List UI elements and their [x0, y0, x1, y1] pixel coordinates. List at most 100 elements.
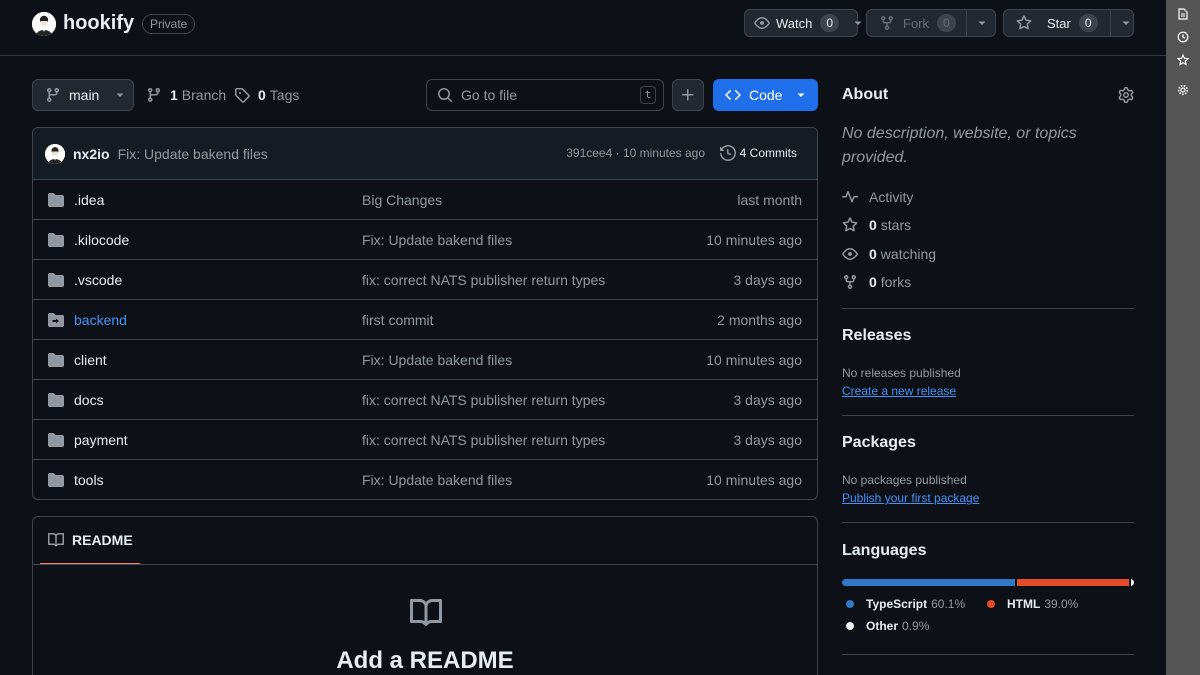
activity-link[interactable]: Activity	[842, 189, 913, 205]
file-commit-message[interactable]: Fix: Update bakend files	[362, 472, 512, 488]
file-row[interactable]: .idea Big Changes last month	[33, 180, 817, 220]
search-input[interactable]	[461, 87, 631, 103]
commit-message[interactable]: Fix: Update bakend files	[118, 146, 268, 162]
readme-panel: README Add a README	[32, 516, 818, 675]
file-row[interactable]: payment fix: correct NATS publisher retu…	[33, 420, 817, 460]
commit-hash-time[interactable]: 391cee4 · 10 minutes ago	[566, 146, 705, 160]
language-typescript[interactable]: TypeScript 60.1%	[846, 597, 965, 611]
about-description: No description, website, or topics provi…	[842, 125, 1077, 166]
file-name[interactable]: docs	[74, 392, 104, 408]
file-row[interactable]: client Fix: Update bakend files 10 minut…	[33, 340, 817, 380]
file-row[interactable]: .kilocode Fix: Update bakend files 10 mi…	[33, 220, 817, 260]
fork-icon	[842, 274, 858, 290]
tag-icon	[234, 87, 250, 103]
packages-empty: No packages published	[842, 473, 967, 487]
language-other[interactable]: Other 0.9%	[846, 619, 929, 633]
add-file-button[interactable]	[672, 79, 704, 111]
visibility-badge: Private	[142, 14, 196, 34]
owner-avatar[interactable]	[32, 12, 56, 36]
file-row[interactable]: tools Fix: Update bakend files 10 minute…	[33, 460, 817, 499]
file-row[interactable]: backend first commit 2 months ago	[33, 300, 817, 340]
file-commit-message[interactable]: Fix: Update bakend files	[362, 232, 512, 248]
watching-link[interactable]: 0 watching	[842, 246, 936, 262]
keyboard-shortcut-hint: t	[640, 86, 656, 104]
file-commit-message[interactable]: first commit	[362, 312, 434, 328]
file-date: last month	[737, 192, 802, 208]
code-label: Code	[749, 87, 783, 103]
document-icon[interactable]	[1177, 8, 1189, 20]
gear-icon[interactable]	[1118, 87, 1134, 103]
language-color-dot	[987, 600, 995, 608]
language-percent: 60.1%	[931, 597, 966, 611]
file-name[interactable]: client	[74, 352, 107, 368]
fork-button[interactable]: Fork 0	[866, 9, 996, 37]
star-button[interactable]: Star 0	[1003, 9, 1134, 37]
code-icon	[725, 87, 741, 103]
file-date: 10 minutes ago	[706, 352, 802, 368]
go-to-file-search[interactable]: t	[426, 79, 664, 111]
file-commit-message[interactable]: fix: correct NATS publisher return types	[362, 392, 605, 408]
file-name[interactable]: tools	[74, 472, 104, 488]
gear-icon[interactable]	[1177, 84, 1189, 96]
file-name[interactable]: .idea	[74, 192, 104, 208]
language-bar	[842, 579, 1134, 586]
language-color-dot	[846, 622, 854, 630]
repo-name[interactable]: hookify	[63, 12, 134, 35]
language-html[interactable]: HTML 39.0%	[987, 597, 1078, 611]
file-commit-message[interactable]: Big Changes	[362, 192, 442, 208]
watch-count: 0	[820, 14, 840, 32]
code-button[interactable]: Code	[713, 79, 818, 111]
commit-author-avatar[interactable]	[45, 143, 65, 164]
branch-selector[interactable]: main	[32, 79, 134, 111]
file-name[interactable]: backend	[74, 312, 127, 328]
git-branch-icon	[146, 87, 162, 103]
packages-heading[interactable]: Packages	[842, 434, 916, 452]
file-date: 10 minutes ago	[706, 232, 802, 248]
chevron-down-icon[interactable]	[853, 18, 863, 28]
language-bar-segment	[1131, 579, 1134, 586]
folder-icon	[48, 232, 64, 248]
releases-heading[interactable]: Releases	[842, 327, 911, 345]
file-commit-message[interactable]: fix: correct NATS publisher return types	[362, 432, 605, 448]
folder-icon	[48, 432, 64, 448]
star-count: 0	[1078, 14, 1098, 32]
clock-icon[interactable]	[1177, 31, 1189, 43]
book-icon	[48, 532, 64, 548]
eye-icon	[754, 15, 770, 31]
tag-count: 0	[258, 87, 266, 103]
branches-link[interactable]: 1 Branch	[146, 87, 226, 103]
tags-link[interactable]: 0 Tags	[234, 87, 299, 103]
readme-tab[interactable]: README	[40, 517, 140, 565]
branch-name: main	[69, 87, 100, 103]
file-commit-message[interactable]: Fix: Update bakend files	[362, 352, 512, 368]
star-label: Star	[1047, 15, 1071, 31]
activity-label: Activity	[869, 189, 914, 205]
file-row[interactable]: docs fix: correct NATS publisher return …	[33, 380, 817, 420]
search-icon	[437, 87, 453, 103]
commits-history-link[interactable]: 4 Commits	[719, 145, 797, 161]
git-branch-icon	[45, 87, 61, 103]
forks-link[interactable]: 0 forks	[842, 274, 911, 290]
stars-count: 0	[869, 217, 877, 233]
releases-empty: No releases published	[842, 366, 961, 380]
file-date: 10 minutes ago	[706, 472, 802, 488]
file-date: 2 months ago	[717, 312, 802, 328]
history-icon	[719, 145, 736, 161]
stars-link[interactable]: 0 stars	[842, 217, 911, 233]
file-commit-message[interactable]: fix: correct NATS publisher return types	[362, 272, 605, 288]
language-name: Other	[866, 619, 899, 633]
watching-label: watching	[880, 246, 937, 262]
star-icon[interactable]	[1177, 54, 1189, 66]
commit-author[interactable]: nx2io	[73, 146, 110, 162]
file-name[interactable]: .kilocode	[74, 232, 129, 248]
watch-button[interactable]: Watch 0	[744, 9, 862, 37]
chevron-down-icon[interactable]	[1121, 18, 1131, 28]
create-release-link[interactable]: Create a new release	[842, 384, 956, 398]
file-name[interactable]: payment	[74, 432, 128, 448]
folder-icon	[48, 272, 64, 288]
publish-package-link[interactable]: Publish your first package	[842, 491, 979, 505]
chevron-down-icon[interactable]	[977, 18, 987, 28]
file-row[interactable]: .vscode fix: correct NATS publisher retu…	[33, 260, 817, 300]
file-name[interactable]: .vscode	[74, 272, 122, 288]
submodule-folder-icon	[48, 312, 64, 328]
